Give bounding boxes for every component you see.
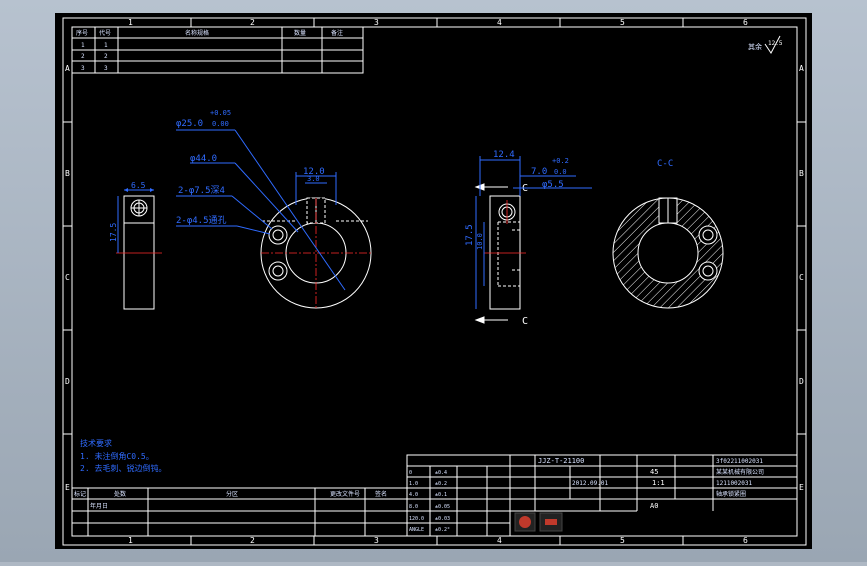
tb-company: 某某机械有限公司 (716, 468, 764, 476)
dim-hole: 2-φ4.5通孔 (176, 215, 227, 226)
rev-h-zone: 分区 (226, 490, 238, 498)
dim-section-width: 12.4 (493, 150, 515, 160)
rev-h-sign: 签名 (375, 490, 387, 498)
drawing-canvas[interactable]: 1 2 3 4 5 6 1 2 3 4 5 6 A B C D E A B C … (0, 0, 867, 562)
dim-section-height: 17.5 (465, 224, 475, 246)
tol-r4-b: ±0.05 (435, 504, 450, 510)
parts-row-3-code: 3 (104, 65, 108, 72)
parts-header-note: 备注 (331, 29, 343, 37)
rev-h-file: 更改文件号 (330, 490, 360, 498)
zone-col-4: 4 (497, 18, 502, 27)
parts-header-code: 代号 (99, 29, 111, 37)
parts-header-qty: 数量 (294, 29, 306, 37)
zone-row-c-r: C (799, 273, 804, 282)
zone-col-1: 1 (128, 18, 133, 27)
dim-cbore: 2-φ7.5深4 (178, 185, 225, 196)
zone-col-2b: 2 (250, 536, 255, 545)
dim-tol-mid: 7.0 (531, 167, 547, 177)
zone-row-b-r: B (799, 169, 804, 178)
cad-window: 1 2 3 4 5 6 1 2 3 4 5 6 A B C D E A B C … (0, 0, 867, 562)
roughness-label: 其余 (748, 42, 762, 51)
parts-row-3-no: 3 (81, 65, 85, 72)
parts-row-2-no: 2 (81, 53, 85, 60)
zone-col-5: 5 (620, 18, 625, 27)
tb-material: 45 (650, 468, 658, 476)
tech-note-2: 2. 去毛刺、锐边倒钝。 (80, 463, 166, 473)
zone-col-3b: 3 (374, 536, 379, 545)
zone-row-d: D (65, 377, 70, 386)
dim-outer-tol-low: 0.00 (212, 120, 229, 128)
tb-scale: 1:1 (652, 479, 665, 487)
dim-left-width: 6.5 (131, 181, 146, 190)
tb-size: A0 (650, 502, 658, 510)
tol-r6-a: ANGLE (409, 527, 424, 533)
rev-h-count: 处数 (114, 490, 126, 498)
dim-tol-up: +0.2 (552, 157, 569, 165)
zone-col-6: 6 (743, 18, 748, 27)
zone-col-5b: 5 (620, 536, 625, 545)
dim-bore: φ44.0 (190, 154, 217, 164)
zone-row-a: A (65, 64, 70, 73)
dim-section-sub: 10.0 (476, 233, 484, 250)
zone-row-e: E (65, 483, 70, 492)
tb-code1: 3f02211002031 (716, 458, 763, 465)
tol-r3-a: 4.0 (409, 492, 418, 498)
dim-outer-dia: φ25.0 (176, 119, 203, 129)
tech-notes-title: 技术要求 (80, 438, 112, 448)
dim-section-dia: φ5.5 (542, 180, 564, 190)
tol-r5-a: 120.0 (409, 516, 424, 522)
zone-row-c: C (65, 273, 70, 282)
tol-r1-b: ±0.4 (435, 470, 447, 476)
section-title: C-C (657, 159, 673, 169)
rev-h-mark: 标记 (74, 490, 86, 498)
parts-row-1-code: 1 (104, 42, 108, 49)
tech-note-1: 1. 未注倒角C0.5。 (80, 451, 154, 461)
dim-left-height: 17.5 (109, 223, 118, 242)
parts-row-2-code: 2 (104, 53, 108, 60)
parts-header-name: 名称规格 (185, 29, 209, 37)
dim-tol-low: 0.0 (554, 168, 567, 176)
zone-col-3: 3 (374, 18, 379, 27)
zone-row-e-r: E (799, 483, 804, 492)
tb-date: 2012.09.01 (572, 480, 609, 487)
zone-row-a-r: A (799, 64, 804, 73)
tol-r2-a: 1.0 (409, 481, 418, 487)
dim-slot-sub: 3.0 (307, 175, 320, 183)
parts-row-1-no: 1 (81, 42, 85, 49)
tol-r1-a: 0 (409, 470, 412, 476)
tol-r5-b: ±0.03 (435, 516, 450, 522)
zone-col-6b: 6 (743, 536, 748, 545)
zone-row-b: B (65, 169, 70, 178)
zone-col-4b: 4 (497, 536, 502, 545)
tol-r6-b: ±0.2° (435, 527, 450, 533)
tb-code2: 1211002031 (716, 480, 753, 487)
zone-row-d-r: D (799, 377, 804, 386)
roughness-value: 12.5 (768, 40, 783, 47)
zone-col-1b: 1 (128, 536, 133, 545)
tol-r4-a: 8.0 (409, 504, 418, 510)
tol-r2-b: ±0.2 (435, 481, 447, 487)
dim-outer-tol-up: +0.05 (210, 109, 231, 117)
rev-h-date: 年月日 (90, 502, 108, 510)
tb-part-name: 轴承锁紧圈 (716, 490, 746, 498)
projection-circle-icon (519, 516, 531, 528)
parts-header-no: 序号 (76, 29, 88, 37)
zone-col-2: 2 (250, 18, 255, 27)
section-label-bottom: C (522, 316, 528, 327)
projection-rect-icon (545, 519, 557, 525)
tb-drawing-no: JJZ-T-21100 (538, 457, 584, 465)
tol-r3-b: ±0.1 (435, 492, 447, 498)
